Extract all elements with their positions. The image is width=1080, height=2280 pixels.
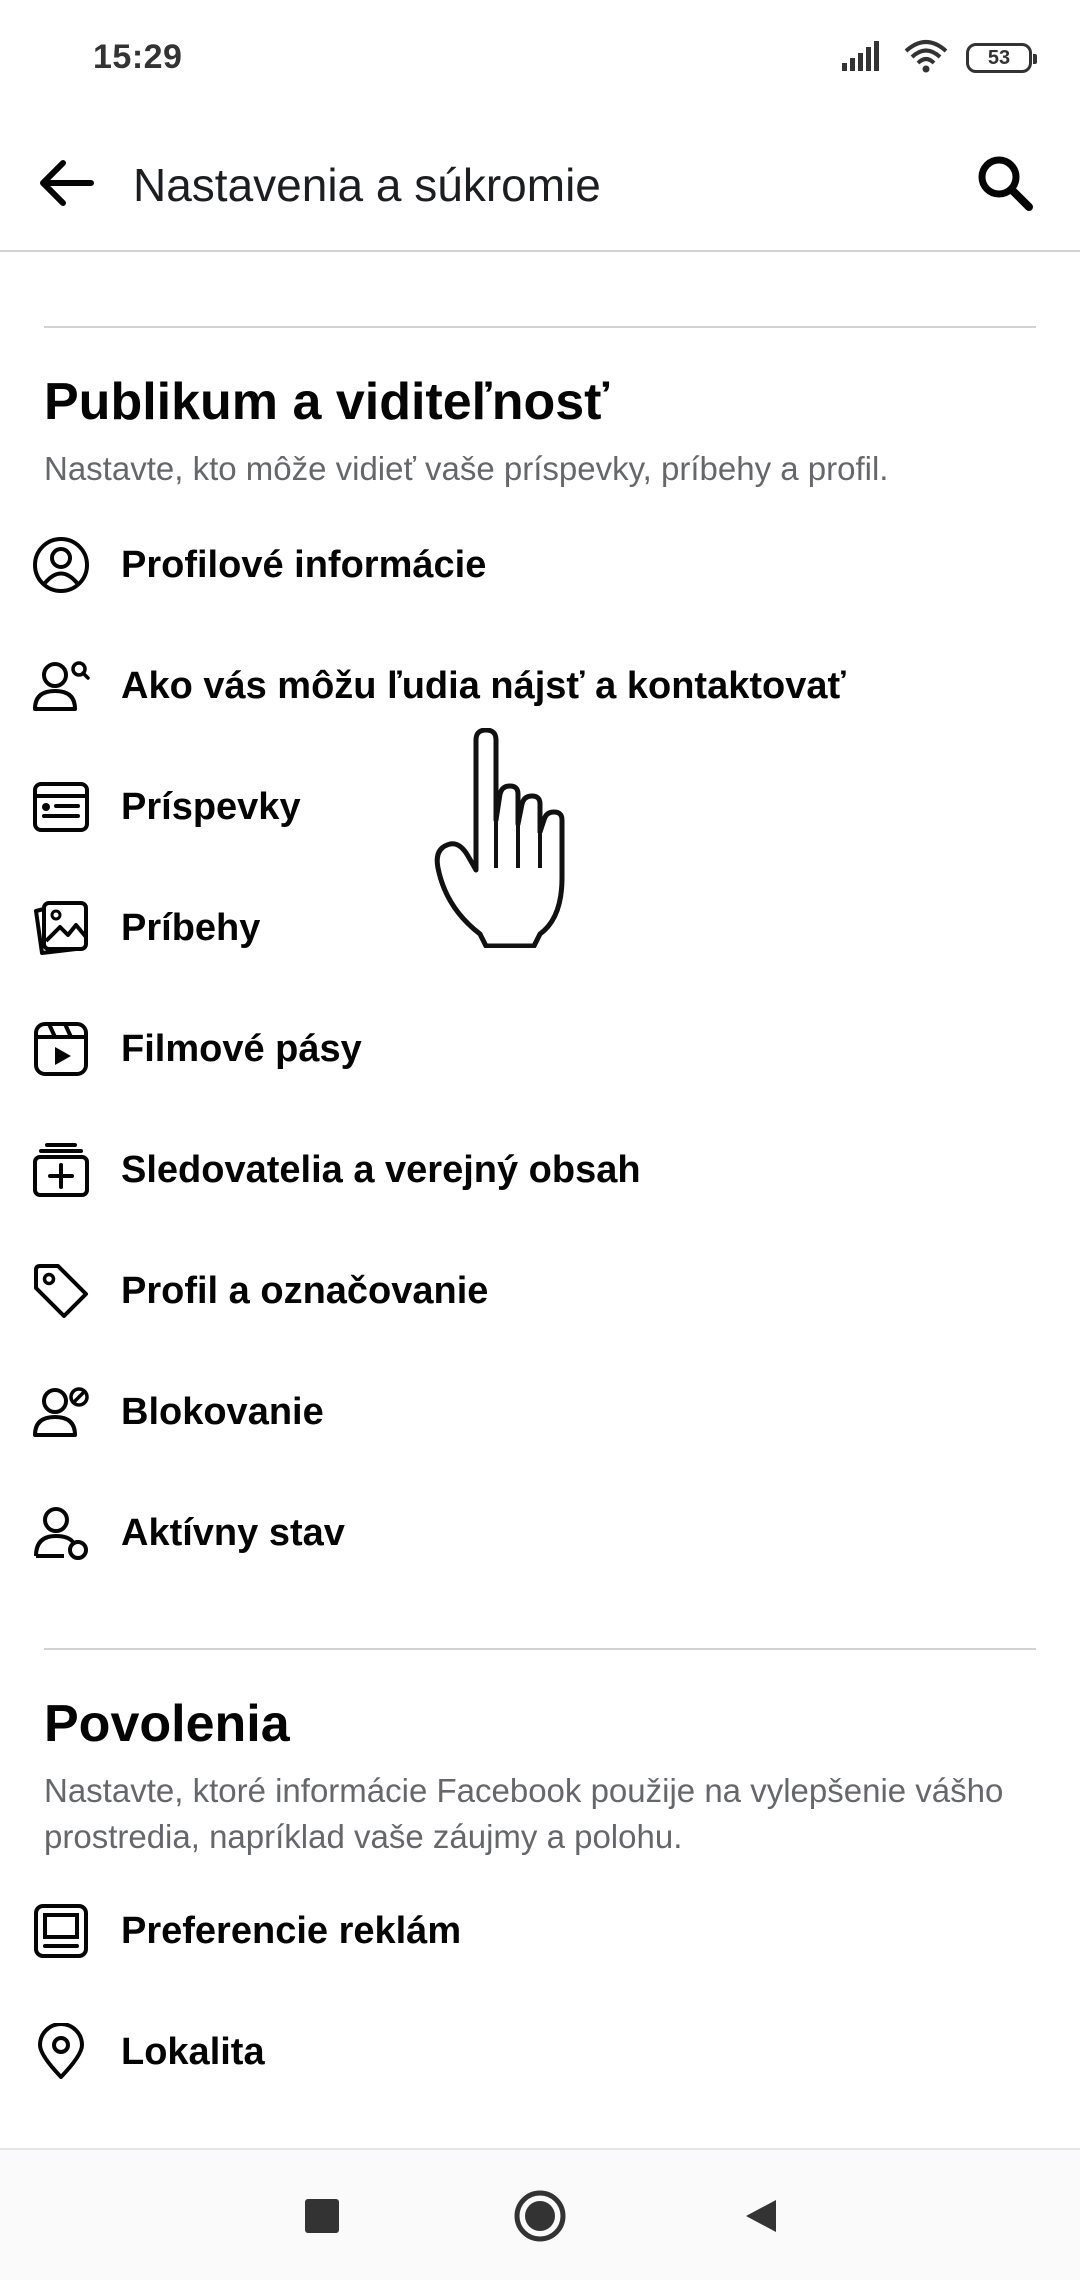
section-title: Povolenia bbox=[44, 1695, 290, 1753]
hand-pointer-icon bbox=[430, 727, 590, 949]
menu-label: Filmové pásy bbox=[121, 1027, 362, 1070]
back-nav-button[interactable] bbox=[724, 2180, 796, 2252]
signal-icon bbox=[842, 40, 886, 76]
menu-item-reels[interactable]: Filmové pásy bbox=[0, 994, 1080, 1104]
block-user-icon bbox=[30, 1381, 92, 1443]
posts-icon bbox=[30, 776, 92, 838]
search-button[interactable] bbox=[970, 148, 1040, 218]
home-icon bbox=[514, 2190, 566, 2242]
ad-preferences-icon bbox=[30, 1900, 92, 1962]
menu-label: Sledovatelia a verejný obsah bbox=[121, 1148, 641, 1191]
header: Nastavenia a súkromie bbox=[0, 118, 1080, 252]
status-bar: 15:29 53 bbox=[0, 0, 1080, 118]
section-divider bbox=[44, 326, 1036, 328]
battery-icon: 53 bbox=[966, 43, 1037, 73]
active-status-icon bbox=[30, 1502, 92, 1564]
back-triangle-icon bbox=[746, 2200, 776, 2232]
menu-item-followers[interactable]: Sledovatelia a verejný obsah bbox=[0, 1115, 1080, 1225]
people-search-icon bbox=[30, 655, 92, 717]
menu-label: Preferencie reklám bbox=[121, 1909, 462, 1952]
recent-apps-icon bbox=[305, 2199, 339, 2233]
system-nav-bar bbox=[0, 2148, 1080, 2280]
recent-apps-button[interactable] bbox=[286, 2180, 358, 2252]
menu-label: Lokalita bbox=[121, 2030, 265, 2073]
menu-item-find-contact[interactable]: Ako vás môžu ľudia nájsť a kontaktovať bbox=[0, 631, 1080, 741]
tag-icon bbox=[30, 1260, 92, 1322]
status-icons: 53 bbox=[842, 38, 1037, 78]
status-time: 15:29 bbox=[93, 38, 183, 76]
search-icon bbox=[978, 156, 1033, 211]
back-button[interactable] bbox=[30, 148, 100, 218]
reels-icon bbox=[30, 1018, 92, 1080]
menu-item-ad-preferences[interactable]: Preferencie reklám bbox=[0, 1876, 1080, 1986]
home-button[interactable] bbox=[504, 2180, 576, 2252]
page-title: Nastavenia a súkromie bbox=[133, 159, 601, 211]
menu-label: Profilové informácie bbox=[121, 543, 487, 586]
profile-circle-icon bbox=[30, 534, 92, 596]
menu-label: Príspevky bbox=[121, 785, 301, 828]
menu-item-blocking[interactable]: Blokovanie bbox=[0, 1357, 1080, 1467]
menu-label: Blokovanie bbox=[121, 1390, 324, 1433]
menu-label: Príbehy bbox=[121, 906, 261, 949]
stories-icon bbox=[30, 897, 92, 959]
section-description: Nastavte, kto môže vidieť vaše príspevky… bbox=[44, 450, 889, 487]
followers-icon bbox=[30, 1139, 92, 1201]
section-divider bbox=[44, 1648, 1036, 1650]
menu-label: Aktívny stav bbox=[121, 1511, 345, 1554]
arrow-left-icon bbox=[40, 160, 94, 206]
menu-item-active-status[interactable]: Aktívny stav bbox=[0, 1478, 1080, 1588]
section-title: Publikum a viditeľnosť bbox=[44, 373, 610, 431]
menu-item-profile-tagging[interactable]: Profil a označovanie bbox=[0, 1236, 1080, 1346]
menu-item-location[interactable]: Lokalita bbox=[0, 1997, 1080, 2107]
wifi-icon bbox=[904, 39, 948, 78]
menu-label: Profil a označovanie bbox=[121, 1269, 489, 1312]
section-description: Nastavte, ktoré informácie Facebook použ… bbox=[44, 1772, 1004, 1855]
location-pin-icon bbox=[30, 2021, 92, 2083]
menu-item-profile-info[interactable]: Profilové informácie bbox=[0, 510, 1080, 620]
menu-label: Ako vás môžu ľudia nájsť a kontaktovať bbox=[121, 664, 846, 707]
